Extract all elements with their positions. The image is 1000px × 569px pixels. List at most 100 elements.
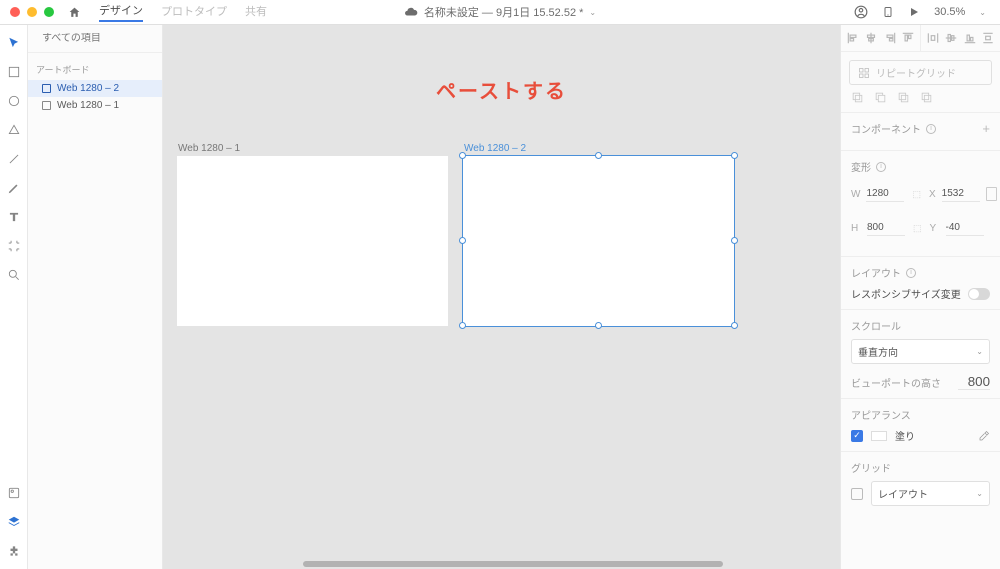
grid-type-select[interactable]: レイアウト ⌄ <box>871 481 990 506</box>
home-icon[interactable] <box>68 6 81 19</box>
tab-prototype[interactable]: プロトタイプ <box>161 3 227 21</box>
fill-checkbox[interactable]: ✓ <box>851 430 863 442</box>
artboard-label[interactable]: Web 1280 – 1 <box>178 143 240 154</box>
x-label: X <box>929 189 936 200</box>
artboard-section-header: アートボード <box>28 53 162 80</box>
width-label: W <box>851 189 860 200</box>
align-bottom-icon[interactable] <box>963 31 977 45</box>
height-input[interactable] <box>867 220 905 236</box>
artboard-tool[interactable] <box>6 238 22 254</box>
artboard-2[interactable] <box>463 156 734 326</box>
grid-checkbox[interactable]: ✓ <box>851 488 863 500</box>
search-input[interactable] <box>42 33 174 44</box>
plugins-icon[interactable] <box>6 543 22 559</box>
responsive-toggle[interactable] <box>968 288 990 300</box>
grid-section-label: グリッド <box>851 460 891 475</box>
title-chevron-icon[interactable]: ⌄ <box>589 8 596 17</box>
appearance-section-label: アピアランス <box>851 407 911 422</box>
layer-item[interactable]: Web 1280 – 2 <box>28 80 162 97</box>
tab-design[interactable]: デザイン <box>99 2 143 22</box>
horizontal-scrollbar[interactable] <box>303 561 723 567</box>
info-icon[interactable]: i <box>906 268 916 278</box>
artboard-1[interactable] <box>177 156 448 326</box>
play-icon[interactable] <box>908 6 920 18</box>
distribute-h-icon[interactable] <box>926 31 940 45</box>
grid-icon <box>858 67 870 79</box>
add-component-button[interactable]: + <box>982 121 990 136</box>
zoom-level[interactable]: 30.5% <box>934 6 965 18</box>
resize-handle[interactable] <box>459 322 466 329</box>
artboard-icon <box>42 84 51 93</box>
lock-aspect-icon[interactable]: ⬚ <box>912 180 921 208</box>
viewport-height-input[interactable] <box>958 374 990 390</box>
avatar-icon[interactable] <box>854 5 868 19</box>
scroll-value: 垂直方向 <box>858 344 898 359</box>
lock-aspect-icon[interactable]: ⬚ <box>913 214 922 242</box>
component-section-label: コンポーネント <box>851 121 921 136</box>
scroll-direction-select[interactable]: 垂直方向 ⌄ <box>851 339 990 364</box>
artboard-icon <box>42 101 51 110</box>
align-top-icon[interactable] <box>901 31 915 45</box>
info-icon[interactable]: i <box>926 124 936 134</box>
annotation-text: ペーストする <box>436 75 567 104</box>
select-tool[interactable] <box>6 35 22 51</box>
boolean-subtract-icon[interactable] <box>874 91 887 104</box>
resize-handle[interactable] <box>731 237 738 244</box>
layer-label: Web 1280 – 1 <box>57 100 119 111</box>
responsive-label: レスポンシブサイズ変更 <box>851 286 961 301</box>
rectangle-tool[interactable] <box>6 64 22 80</box>
canvas[interactable]: ペーストする Web 1280 – 1 Web 1280 – 2 <box>163 25 840 569</box>
resize-handle[interactable] <box>595 152 602 159</box>
boolean-add-icon[interactable] <box>851 91 864 104</box>
cloud-icon <box>404 5 418 19</box>
fill-label: 塗り <box>895 428 915 443</box>
boolean-exclude-icon[interactable] <box>920 91 933 104</box>
x-input[interactable] <box>942 186 980 202</box>
text-tool[interactable] <box>6 209 22 225</box>
align-left-icon[interactable] <box>846 31 860 45</box>
viewport-height-label: ビューポートの高さ <box>851 375 941 390</box>
layers-icon[interactable] <box>6 514 22 530</box>
artboard-label[interactable]: Web 1280 – 2 <box>464 143 526 154</box>
layer-label: Web 1280 – 2 <box>57 83 119 94</box>
zoom-chevron-icon[interactable]: ⌄ <box>979 8 986 17</box>
y-input[interactable] <box>946 220 984 236</box>
height-label: H <box>851 223 861 234</box>
orientation-portrait[interactable] <box>986 187 997 201</box>
align-center-h-icon[interactable] <box>864 31 878 45</box>
library-icon[interactable] <box>6 485 22 501</box>
resize-handle[interactable] <box>459 237 466 244</box>
pen-tool[interactable] <box>6 180 22 196</box>
ellipse-tool[interactable] <box>6 93 22 109</box>
document-title: 名称未設定 — 9月1日 15.52.52 * <box>424 4 584 20</box>
width-input[interactable] <box>866 186 904 202</box>
boolean-intersect-icon[interactable] <box>897 91 910 104</box>
align-right-icon[interactable] <box>883 31 897 45</box>
window-close[interactable] <box>10 7 20 17</box>
resize-handle[interactable] <box>595 322 602 329</box>
resize-handle[interactable] <box>459 152 466 159</box>
mobile-preview-icon[interactable] <box>882 5 894 19</box>
window-minimize[interactable] <box>27 7 37 17</box>
grid-value: レイアウト <box>878 486 928 501</box>
tab-share[interactable]: 共有 <box>245 3 267 21</box>
eyedropper-icon[interactable] <box>978 430 990 442</box>
resize-handle[interactable] <box>731 152 738 159</box>
chevron-down-icon: ⌄ <box>976 347 983 356</box>
info-icon[interactable]: i <box>876 162 886 172</box>
polygon-tool[interactable] <box>6 122 22 138</box>
layer-search[interactable]: ⌄ <box>28 25 162 53</box>
fill-color-swatch[interactable] <box>871 431 887 441</box>
resize-handle[interactable] <box>731 322 738 329</box>
y-label: Y <box>930 223 940 234</box>
layer-item[interactable]: Web 1280 – 1 <box>28 97 162 114</box>
chevron-down-icon: ⌄ <box>976 489 983 498</box>
layout-section-label: レイアウト <box>851 265 901 280</box>
window-maximize[interactable] <box>44 7 54 17</box>
repeat-grid-button[interactable]: リピートグリッド <box>849 60 992 85</box>
scroll-section-label: スクロール <box>851 318 901 333</box>
line-tool[interactable] <box>6 151 22 167</box>
zoom-tool[interactable] <box>6 267 22 283</box>
align-middle-icon[interactable] <box>944 31 958 45</box>
distribute-v-icon[interactable] <box>981 31 995 45</box>
